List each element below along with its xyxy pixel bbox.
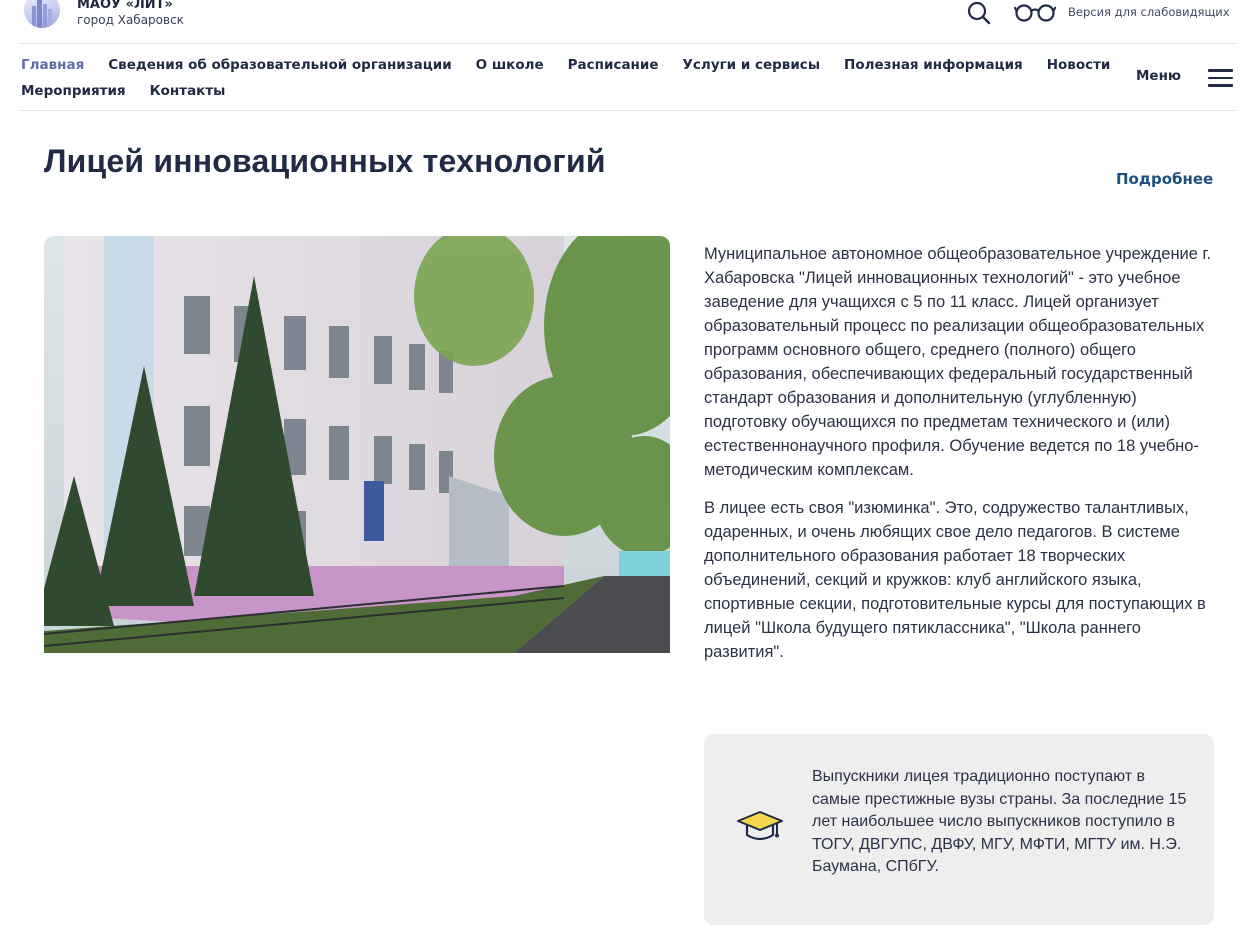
nav-link-5[interactable]: Полезная информация bbox=[844, 57, 1023, 73]
nav-link-2[interactable]: О школе bbox=[476, 57, 544, 73]
glasses-icon bbox=[1014, 4, 1056, 22]
nav-link-3[interactable]: Расписание bbox=[568, 57, 659, 73]
school-building-photo bbox=[44, 236, 670, 653]
nav-link-8[interactable]: Контакты bbox=[150, 83, 226, 99]
page-title: Лицей инновационных технологий bbox=[44, 143, 606, 179]
graduation-cap-icon bbox=[737, 811, 783, 841]
nav-link-0[interactable]: Главная bbox=[21, 57, 84, 73]
nav-link-4[interactable]: Услуги и сервисы bbox=[683, 57, 821, 73]
intro-text: Муниципальное автономное общеобразовател… bbox=[704, 242, 1216, 678]
search-icon bbox=[967, 1, 991, 25]
org-city: город Хабаровск bbox=[77, 13, 184, 27]
nav-link-1[interactable]: Сведения об образовательной организации bbox=[108, 57, 451, 73]
school-logo[interactable] bbox=[24, 0, 60, 28]
header-divider bbox=[20, 43, 1237, 44]
hamburger-icon[interactable] bbox=[1208, 69, 1233, 87]
intro-paragraph-1: Муниципальное автономное общеобразовател… bbox=[704, 245, 1212, 479]
intro-paragraph-2: В лицее есть своя "изюминка". Это, содру… bbox=[704, 499, 1206, 661]
menu-label[interactable]: Меню bbox=[1136, 68, 1181, 84]
nav-link-7[interactable]: Мероприятия bbox=[21, 83, 126, 99]
low-vision-toggle[interactable]: Версия для слабовидящих bbox=[1014, 0, 1230, 24]
nav-link-6[interactable]: Новости bbox=[1047, 57, 1111, 73]
search-button[interactable] bbox=[966, 0, 992, 26]
low-vision-label: Версия для слабовидящих bbox=[1068, 5, 1230, 19]
org-name[interactable]: МАОУ «ЛИТ» bbox=[77, 0, 173, 12]
graduates-card-text: Выпускники лицея традиционно поступают в… bbox=[812, 768, 1187, 875]
main-nav: Главная Сведения об образовательной орган… bbox=[21, 54, 1111, 106]
nav-divider bbox=[20, 110, 1237, 111]
more-link[interactable]: Подробнее bbox=[1116, 170, 1213, 188]
graduates-card: Выпускники лицея традиционно поступают в… bbox=[704, 734, 1214, 925]
